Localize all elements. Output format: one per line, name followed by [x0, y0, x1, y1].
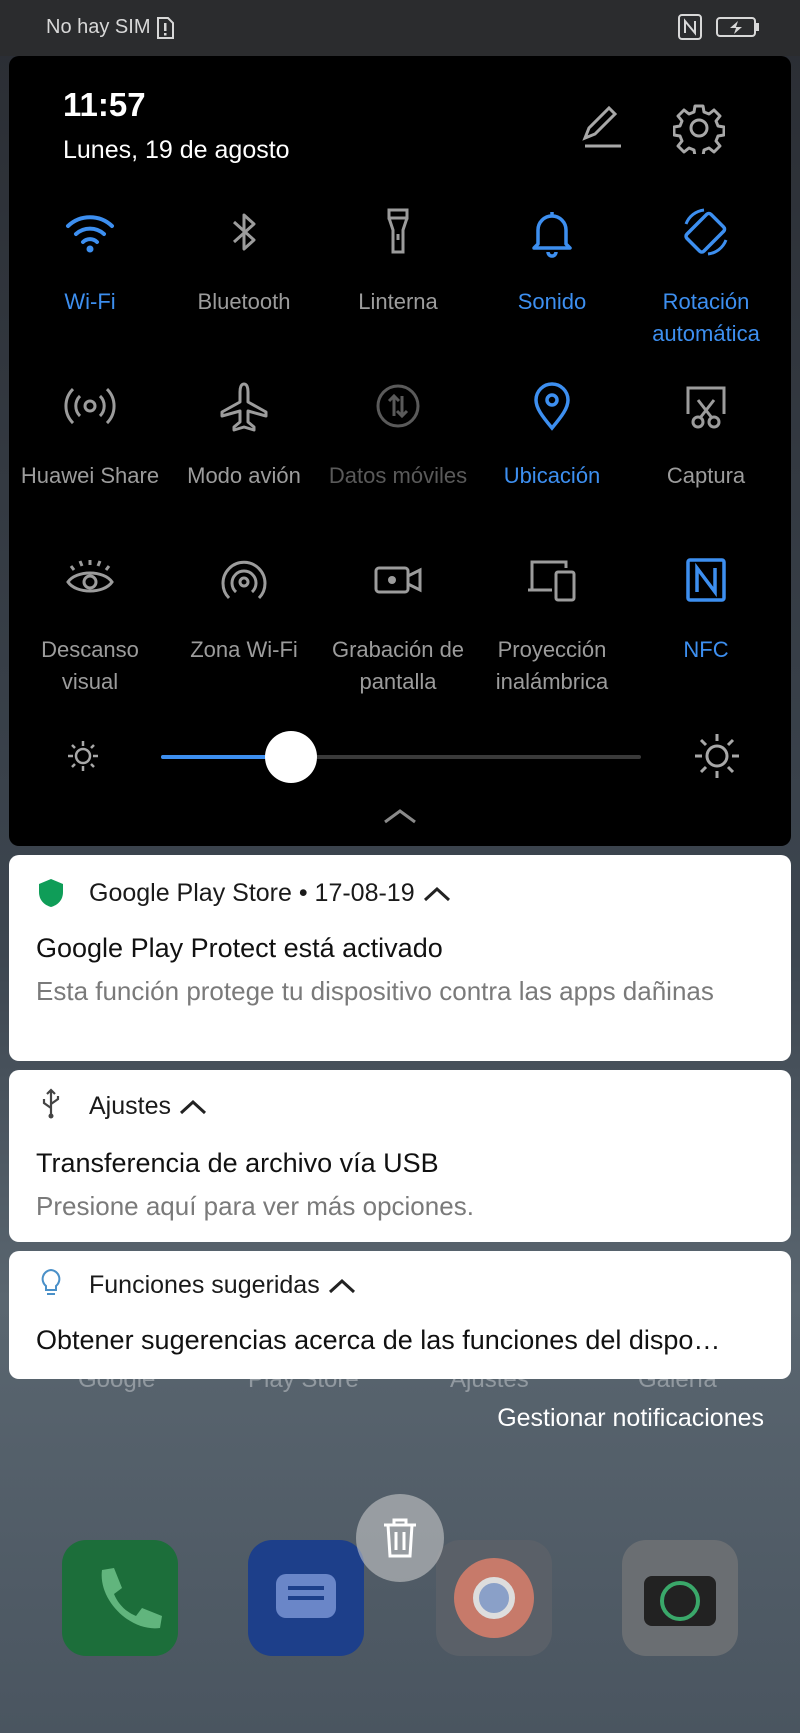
tile-wifi[interactable]: Wi-Fi: [13, 202, 167, 318]
tile-label: Bluetooth: [197, 289, 291, 314]
settings-gear-icon[interactable]: [673, 102, 725, 154]
no-sim-icon: [157, 16, 175, 39]
camera-app-icon[interactable]: [622, 1540, 738, 1656]
chevron-up-icon[interactable]: [423, 885, 451, 903]
tile-eye-comfort[interactable]: Descanso visual: [13, 550, 167, 698]
manage-notifications-link[interactable]: Gestionar notificaciones: [497, 1404, 764, 1433]
notification-app-name: Google Play Store • 17-08-19: [89, 879, 415, 907]
chevron-up-icon[interactable]: [179, 1098, 207, 1116]
location-pin-icon: [534, 382, 570, 431]
tile-label: Modo avión: [187, 463, 301, 488]
hotspot-icon: [221, 560, 267, 600]
bluetooth-icon: [232, 213, 256, 251]
quick-settings-panel: 11:57 Lunes, 19 de agosto Wi-Fi Bluetoot…: [9, 56, 791, 846]
tile-label: Sonido: [517, 289, 587, 314]
notification-text: Presione aquí para ver más opciones.: [36, 1191, 474, 1221]
tile-label: Wi-Fi: [64, 289, 116, 314]
brightness-low-icon: [68, 741, 98, 771]
tile-label: Linterna: [358, 289, 438, 314]
notification-title: Transferencia de archivo vía USB: [36, 1148, 439, 1178]
notification-suggestions[interactable]: Funciones sugeridas Obtener sugerencias …: [9, 1251, 791, 1379]
eye-icon: [66, 560, 114, 593]
tile-bluetooth[interactable]: Bluetooth: [167, 202, 321, 318]
tile-label: Zona Wi-Fi: [190, 637, 298, 662]
tile-nfc[interactable]: NFC: [629, 550, 783, 666]
carrier-text: No hay SIM: [46, 16, 151, 38]
clear-all-button[interactable]: [356, 1494, 444, 1582]
notification-header: Funciones sugeridas: [89, 1271, 356, 1300]
edit-pencil-icon[interactable]: [577, 102, 625, 150]
tile-screenshot[interactable]: Captura: [629, 376, 783, 492]
notification-title: Google Play Protect está activado: [36, 933, 443, 963]
battery-charging-icon: [716, 17, 759, 37]
screen-record-icon: [374, 566, 422, 594]
tile-wireless-projection[interactable]: Proyección inalámbrica: [475, 550, 629, 698]
collapse-chevron-icon[interactable]: [382, 806, 418, 826]
tile-label: Proyección inalámbrica: [495, 637, 609, 694]
tile-label: NFC: [683, 637, 729, 662]
notification-header: Ajustes: [89, 1092, 207, 1121]
tile-hotspot[interactable]: Zona Wi-Fi: [167, 550, 321, 666]
brightness-slider[interactable]: [161, 731, 641, 783]
tile-location[interactable]: Ubicación: [475, 376, 629, 492]
shield-icon: [39, 879, 63, 907]
notification-play-protect[interactable]: Google Play Store • 17-08-19 Google Play…: [9, 855, 791, 1061]
tile-label: Descanso visual: [41, 637, 139, 694]
huawei-share-icon: [64, 387, 116, 425]
tile-label: Rotación automática: [652, 289, 760, 346]
tile-label: Grabación de pantalla: [331, 637, 465, 694]
phone-app-icon[interactable]: [62, 1540, 178, 1656]
chevron-up-icon[interactable]: [328, 1277, 356, 1295]
tile-sound[interactable]: Sonido: [475, 202, 629, 318]
tile-flashlight[interactable]: Linterna: [321, 202, 475, 318]
notification-title: Obtener sugerencias acerca de las funcio…: [36, 1325, 721, 1355]
usb-icon: [42, 1088, 60, 1119]
trash-icon: [384, 1518, 416, 1558]
tile-mobile-data[interactable]: Datos móviles: [321, 376, 475, 492]
tile-huawei-share[interactable]: Huawei Share: [13, 376, 167, 492]
tile-label: Ubicación: [503, 463, 601, 488]
clock-date: Lunes, 19 de agosto: [63, 136, 290, 164]
mobile-data-icon: [376, 384, 420, 428]
airplane-icon: [220, 382, 268, 432]
bell-icon: [532, 212, 572, 258]
notification-app-name: Ajustes: [89, 1092, 171, 1120]
wifi-icon: [66, 215, 114, 253]
brightness-high-icon: [695, 734, 739, 778]
tile-label: Captura: [666, 463, 746, 488]
brightness-slider-thumb[interactable]: [264, 731, 317, 783]
wireless-projection-icon: [528, 560, 576, 602]
notification-usb[interactable]: Ajustes Transferencia de archivo vía USB…: [9, 1070, 791, 1242]
auto-rotate-icon: [684, 208, 728, 256]
flashlight-icon: [387, 208, 409, 254]
tile-label: Datos móviles: [328, 463, 468, 488]
tile-label: Huawei Share: [20, 463, 160, 488]
notification-header: Google Play Store • 17-08-19: [89, 879, 451, 908]
chrome-app-icon[interactable]: [436, 1540, 552, 1656]
nfc-status-icon: [678, 14, 702, 40]
clock-time: 11:57: [63, 86, 146, 123]
status-bar: No hay SIM: [0, 0, 800, 56]
screenshot-icon: [686, 386, 726, 429]
notification-text: Esta función protege tu dispositivo cont…: [36, 976, 714, 1006]
tile-airplane-mode[interactable]: Modo avión: [167, 376, 321, 492]
messages-app-icon[interactable]: [248, 1540, 364, 1656]
tile-screen-record[interactable]: Grabación de pantalla: [321, 550, 475, 698]
carrier-status: No hay SIM: [46, 16, 175, 39]
notification-app-name: Funciones sugeridas: [89, 1271, 320, 1299]
tile-auto-rotate[interactable]: Rotación automática: [629, 202, 783, 350]
lightbulb-icon: [41, 1268, 61, 1295]
brightness-control: [9, 726, 791, 786]
nfc-icon: [686, 558, 726, 602]
